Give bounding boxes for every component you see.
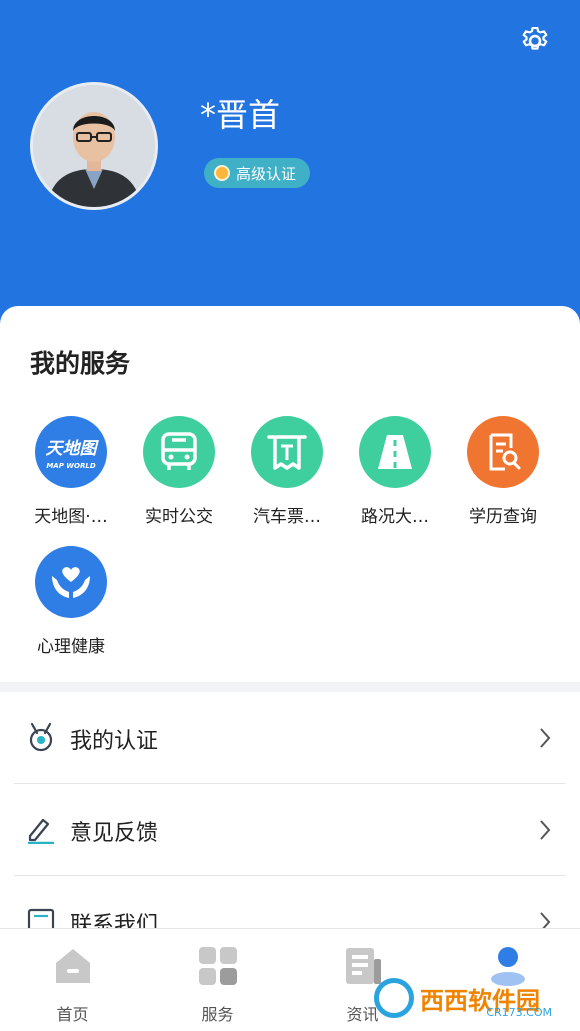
svg-text:MAP WORLD: MAP WORLD xyxy=(46,462,95,470)
settings-gear-icon[interactable] xyxy=(518,24,552,58)
chevron-right-icon xyxy=(540,728,551,748)
bus-icon xyxy=(143,416,215,488)
site-watermark: 西西软件园 CR173.COM xyxy=(374,975,572,1021)
service-label: 心理健康 xyxy=(37,637,105,657)
menu-item-label: 意见反馈 xyxy=(70,821,159,846)
document-search-icon xyxy=(467,416,539,488)
service-realtime-bus[interactable]: 实时公交 xyxy=(125,416,233,527)
service-label: 学历查询 xyxy=(469,507,537,527)
certification-badge[interactable]: 高级认证 xyxy=(204,158,311,188)
svg-text:天地图: 天地图 xyxy=(46,439,100,459)
service-label: 天地图·… xyxy=(34,507,108,527)
my-services-card: 我的服务 天地图 MAP WORLD 天地图·… 实时公交 汽车票… 路况大… … xyxy=(0,306,580,682)
ticket-icon xyxy=(251,416,323,488)
watermark-subtext: CR173.COM xyxy=(486,1006,552,1019)
tab-label: 首页 xyxy=(56,1005,89,1024)
tab-home[interactable]: 首页 xyxy=(0,929,145,1031)
menu-item-contact-us[interactable]: 联系我们 xyxy=(14,876,566,932)
heart-hands-icon xyxy=(35,546,107,618)
settings-menu: 我的认证 意见反馈 联系我们 xyxy=(0,692,580,932)
profile-header: *晋首 高级认证 xyxy=(0,0,580,330)
services-title: 我的服务 xyxy=(30,349,131,378)
service-education-query[interactable]: 学历查询 xyxy=(449,416,557,527)
service-label: 实时公交 xyxy=(145,507,213,527)
avatar[interactable] xyxy=(30,82,158,210)
watermark-logo-icon xyxy=(374,978,414,1018)
menu-item-my-certification[interactable]: 我的认证 xyxy=(14,692,566,784)
service-bus-ticket[interactable]: 汽车票… xyxy=(233,416,341,527)
chevron-right-icon xyxy=(540,820,551,840)
tianditu-map-icon: 天地图 MAP WORLD xyxy=(35,416,107,488)
menu-item-feedback[interactable]: 意见反馈 xyxy=(14,784,566,876)
username: *晋首 xyxy=(200,96,281,134)
tab-label: 服务 xyxy=(201,1005,234,1024)
home-icon xyxy=(56,949,90,983)
tab-services[interactable]: 服务 xyxy=(145,929,290,1031)
road-icon xyxy=(359,416,431,488)
edit-feedback-icon xyxy=(28,818,54,844)
avatar-portrait-icon xyxy=(33,85,155,207)
medal-icon xyxy=(29,722,53,752)
service-label: 汽车票… xyxy=(253,507,321,527)
certification-badge-label: 高级认证 xyxy=(236,164,297,183)
grid-icon xyxy=(199,947,237,985)
service-mental-health[interactable]: 心理健康 xyxy=(17,546,125,657)
medal-badge-icon xyxy=(214,165,230,181)
service-label: 路况大… xyxy=(361,507,429,527)
service-road-conditions[interactable]: 路况大… xyxy=(341,416,449,527)
service-tianditu[interactable]: 天地图 MAP WORLD 天地图·… xyxy=(17,416,125,527)
menu-item-label: 我的认证 xyxy=(70,729,159,754)
